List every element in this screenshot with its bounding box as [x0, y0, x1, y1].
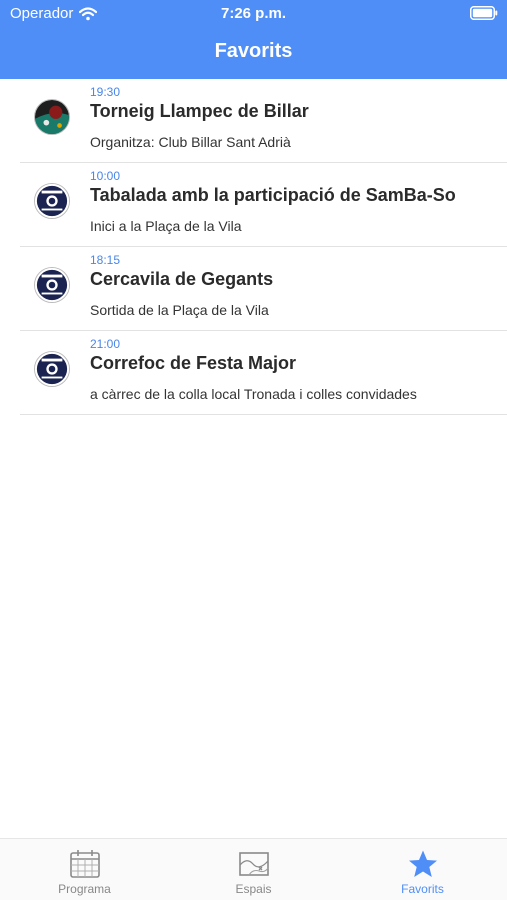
- event-time: 19:30: [90, 85, 121, 99]
- favorite-event-row[interactable]: 19:30 Torneig Llampec de Billar Organitz…: [20, 79, 507, 163]
- page-title: Favorits: [214, 40, 293, 62]
- event-subtitle: Organitza: Club Billar Sant Adrià: [90, 134, 291, 150]
- event-time: 21:00: [90, 337, 121, 351]
- star-icon: [409, 850, 437, 877]
- event-title: Correfoc de Festa Major: [90, 353, 297, 373]
- tab-favorits[interactable]: Favorits: [338, 839, 507, 900]
- tab-label: Programa: [58, 882, 111, 896]
- event-thumbnail: [34, 99, 70, 135]
- event-title: Torneig Llampec de Billar: [90, 101, 309, 121]
- favorite-event-row[interactable]: 18:15 Cercavila de Gegants Sortida de la…: [20, 247, 507, 331]
- favorites-list: 19:30 Torneig Llampec de Billar Organitz…: [0, 79, 507, 415]
- event-subtitle: a càrrec de la colla local Tronada i col…: [90, 386, 417, 402]
- navigation-header: Operador 7:26 p.m. Favorits: [0, 0, 507, 79]
- event-thumbnail: [34, 351, 70, 387]
- event-time: 18:15: [90, 253, 121, 267]
- tab-label: Espais: [235, 882, 272, 896]
- billiards-photo-icon: [35, 100, 69, 134]
- tab-programa[interactable]: Programa: [0, 839, 169, 900]
- favorite-event-row[interactable]: 21:00 Correfoc de Festa Major a càrrec d…: [20, 331, 507, 415]
- tab-bar: Programa Espais Favorits: [0, 838, 507, 900]
- event-title: Cercavila de Gegants: [90, 269, 274, 289]
- event-time: 10:00: [90, 169, 121, 183]
- map-icon: [239, 852, 269, 876]
- battery-icon: [470, 6, 498, 20]
- event-logo-icon: [35, 352, 69, 386]
- calendar-icon: [70, 850, 100, 878]
- tab-espais[interactable]: Espais: [169, 839, 338, 900]
- status-bar: Operador 7:26 p.m.: [0, 0, 507, 28]
- event-logo-icon: [35, 184, 69, 218]
- event-subtitle: Inici a la Plaça de la Vila: [90, 218, 242, 234]
- status-time: 7:26 p.m.: [220, 5, 287, 22]
- event-subtitle: Sortida de la Plaça de la Vila: [90, 302, 269, 318]
- event-thumbnail: [34, 183, 70, 219]
- favorite-event-row[interactable]: 10:00 Tabalada amb la participació de Sa…: [20, 163, 507, 247]
- tab-label: Favorits: [401, 882, 444, 896]
- event-thumbnail: [34, 267, 70, 303]
- event-logo-icon: [35, 268, 69, 302]
- event-title: Tabalada amb la participació de SamBa-So: [90, 185, 456, 205]
